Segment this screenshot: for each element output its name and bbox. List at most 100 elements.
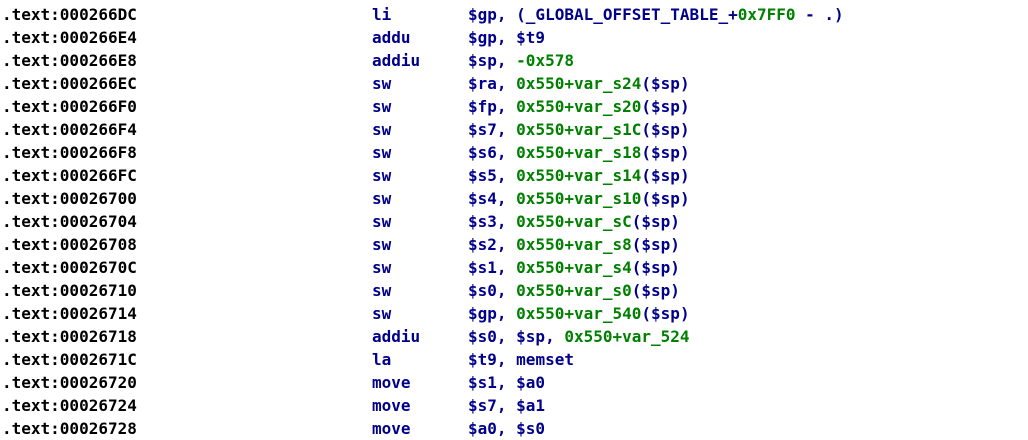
listing-row[interactable]: .text:00026704 sw $s3, 0x550+var_sC($sp) [0,210,1028,233]
listing-row[interactable]: .text:0002671C la $t9, memset [0,348,1028,371]
instruction-mnemonic[interactable]: move [372,417,411,440]
listing-row[interactable]: .text:000266F0 sw $fp, 0x550+var_s20($sp) [0,95,1028,118]
operand-register[interactable]: $fp, [468,97,516,116]
instruction-operands[interactable]: $s1, $a0 [468,371,545,394]
instruction-address[interactable]: .text:000266F4 [2,118,137,141]
listing-row[interactable]: .text:0002670C sw $s1, 0x550+var_s4($sp) [0,256,1028,279]
instruction-mnemonic[interactable]: addiu [372,325,420,348]
instruction-address[interactable]: .text:00026718 [2,325,137,348]
listing-row[interactable]: .text:00026710 sw $s0, 0x550+var_s0($sp) [0,279,1028,302]
listing-row[interactable]: .text:000266F8 sw $s6, 0x550+var_s18($sp) [0,141,1028,164]
instruction-operands[interactable]: $gp, (_GLOBAL_OFFSET_TABLE_+0x7FF0 - .) [468,3,844,26]
operand-register[interactable]: ($sp) [632,235,680,254]
operand-register[interactable]: $a0, $s0 [468,419,545,438]
operand-register[interactable]: $s0, [468,281,516,300]
instruction-operands[interactable]: $s0, $sp, 0x550+var_524 [468,325,690,348]
instruction-operands[interactable]: $ra, 0x550+var_s24($sp) [468,72,690,95]
instruction-address[interactable]: .text:00026728 [2,417,137,440]
operand-register[interactable]: $s5, [468,166,516,185]
instruction-mnemonic[interactable]: sw [372,118,391,141]
operand-register[interactable]: - .) [796,5,844,24]
listing-row[interactable]: .text:00026714 sw $gp, 0x550+var_540($sp) [0,302,1028,325]
listing-row[interactable]: .text:000266FC sw $s5, 0x550+var_s14($sp) [0,164,1028,187]
operand-register[interactable]: $s4, [468,189,516,208]
instruction-address[interactable]: .text:000266F0 [2,95,137,118]
operand-constant[interactable]: 0x550+var_sC [516,212,632,231]
instruction-operands[interactable]: $s5, 0x550+var_s14($sp) [468,164,690,187]
operand-function-name[interactable]: memset [516,350,574,369]
operand-register[interactable]: $s3, [468,212,516,231]
instruction-operands[interactable]: $t9, memset [468,348,574,371]
instruction-mnemonic[interactable]: addu [372,26,411,49]
listing-row[interactable]: .text:000266E8 addiu $sp, -0x578 [0,49,1028,72]
instruction-address[interactable]: .text:000266E8 [2,49,137,72]
listing-row[interactable]: .text:00026708 sw $s2, 0x550+var_s8($sp) [0,233,1028,256]
disassembly-listing[interactable]: .text:000266DC li $gp, (_GLOBAL_OFFSET_TAB… [0,3,1028,440]
instruction-address[interactable]: .text:0002671C [2,348,137,371]
listing-row[interactable]: .text:000266DC li $gp, (_GLOBAL_OFFSET_TAB… [0,3,1028,26]
instruction-address[interactable]: .text:000266F8 [2,141,137,164]
listing-row[interactable]: .text:00026724 move $s7, $a1 [0,394,1028,417]
operand-register[interactable]: ($sp) [632,258,680,277]
instruction-address[interactable]: .text:00026700 [2,187,137,210]
instruction-mnemonic[interactable]: sw [372,187,391,210]
instruction-mnemonic[interactable]: move [372,394,411,417]
listing-row[interactable]: .text:000266E4 addu $gp, $t9 [0,26,1028,49]
operand-constant[interactable]: -0x578 [516,51,574,70]
instruction-operands[interactable]: $s6, 0x550+var_s18($sp) [468,141,690,164]
instruction-address[interactable]: .text:00026704 [2,210,137,233]
operand-register[interactable]: ($sp) [641,74,689,93]
instruction-mnemonic[interactable]: move [372,371,411,394]
instruction-operands[interactable]: $s7, 0x550+var_s1C($sp) [468,118,690,141]
instruction-operands[interactable]: $s3, 0x550+var_sC($sp) [468,210,680,233]
listing-row[interactable]: .text:00026718 addiu $s0, $sp, 0x550+var_5… [0,325,1028,348]
instruction-mnemonic[interactable]: sw [372,141,391,164]
listing-row[interactable]: .text:00026700 sw $s4, 0x550+var_s10($sp) [0,187,1028,210]
operand-constant[interactable]: 0x550+var_s4 [516,258,632,277]
instruction-operands[interactable]: $s4, 0x550+var_s10($sp) [468,187,690,210]
listing-row[interactable]: .text:000266EC sw $ra, 0x550+var_s24($sp) [0,72,1028,95]
instruction-mnemonic[interactable]: sw [372,279,391,302]
instruction-operands[interactable]: $a0, $s0 [468,417,545,440]
instruction-mnemonic[interactable]: addiu [372,49,420,72]
listing-row[interactable]: .text:00026728 move $a0, $s0 [0,417,1028,440]
operand-constant[interactable]: 0x550+var_s8 [516,235,632,254]
instruction-operands[interactable]: $sp, -0x578 [468,49,574,72]
instruction-operands[interactable]: $s1, 0x550+var_s4($sp) [468,256,680,279]
operand-register[interactable]: ($sp) [632,212,680,231]
operand-register[interactable]: $sp, [468,51,516,70]
instruction-operands[interactable]: $gp, 0x550+var_540($sp) [468,302,690,325]
instruction-mnemonic[interactable]: sw [372,210,391,233]
operand-constant[interactable]: 0x550+var_s1C [516,120,641,139]
operand-constant[interactable]: 0x550+var_s10 [516,189,641,208]
operand-register[interactable]: $s7, $a1 [468,396,545,415]
instruction-address[interactable]: .text:0002670C [2,256,137,279]
instruction-operands[interactable]: $gp, $t9 [468,26,545,49]
instruction-address[interactable]: .text:00026710 [2,279,137,302]
operand-constant[interactable]: 0x550+var_524 [564,327,689,346]
instruction-address[interactable]: .text:000266EC [2,72,137,95]
operand-register[interactable]: ($sp) [632,281,680,300]
instruction-mnemonic[interactable]: sw [372,164,391,187]
instruction-mnemonic[interactable]: li [372,3,391,26]
instruction-address[interactable]: .text:00026714 [2,302,137,325]
instruction-address[interactable]: .text:00026708 [2,233,137,256]
operand-register[interactable]: $t9, [468,350,516,369]
operand-register[interactable]: $s6, [468,143,516,162]
operand-register[interactable]: ($sp) [641,304,689,323]
instruction-address[interactable]: .text:000266DC [2,3,137,26]
operand-constant[interactable]: 0x550+var_s24 [516,74,641,93]
operand-register[interactable]: $gp, $t9 [468,28,545,47]
instruction-mnemonic[interactable]: la [372,348,391,371]
operand-register[interactable]: ($sp) [641,120,689,139]
operand-register[interactable]: $s0, $sp, [468,327,564,346]
instruction-mnemonic[interactable]: sw [372,72,391,95]
operand-register[interactable]: $gp, (_GLOBAL_OFFSET_TABLE_+ [468,5,738,24]
operand-constant[interactable]: 0x7FF0 [738,5,796,24]
operand-constant[interactable]: 0x550+var_s18 [516,143,641,162]
instruction-mnemonic[interactable]: sw [372,95,391,118]
instruction-address[interactable]: .text:00026724 [2,394,137,417]
listing-row[interactable]: .text:00026720 move $s1, $a0 [0,371,1028,394]
listing-row[interactable]: .text:000266F4 sw $s7, 0x550+var_s1C($sp) [0,118,1028,141]
instruction-operands[interactable]: $s0, 0x550+var_s0($sp) [468,279,680,302]
